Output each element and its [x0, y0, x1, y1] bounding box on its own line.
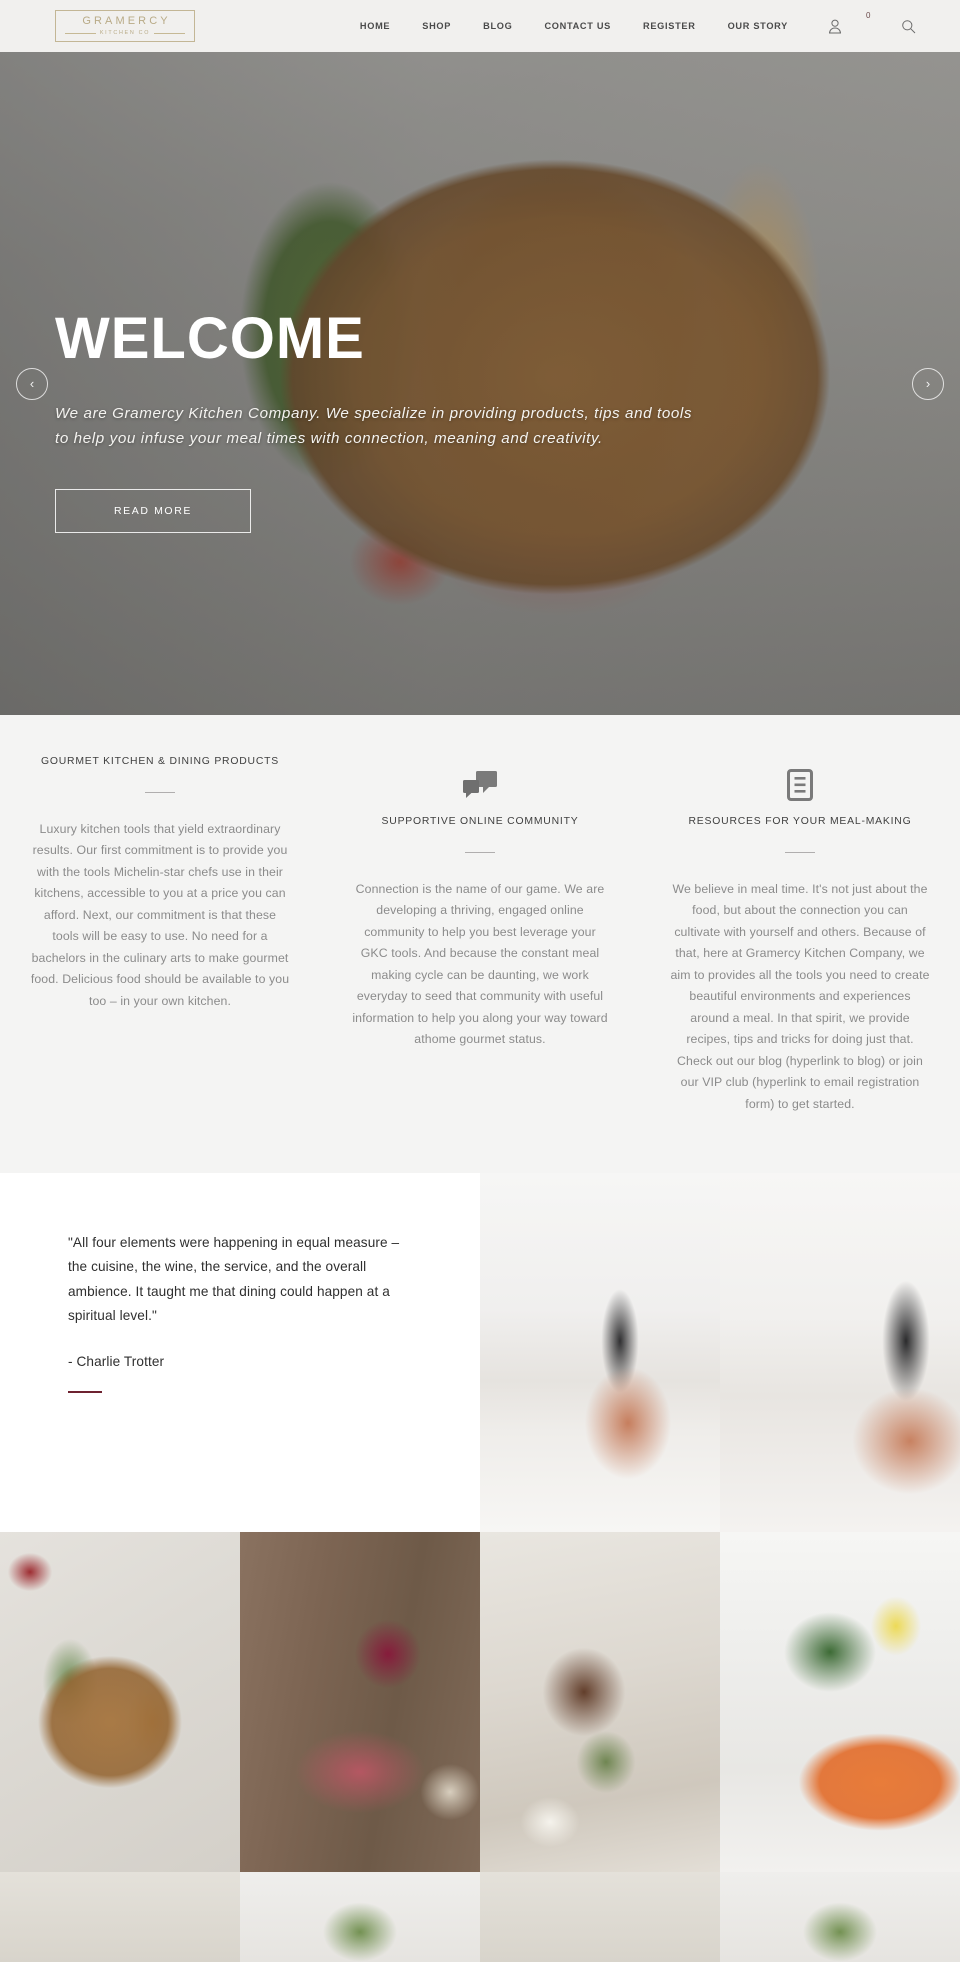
- gallery-image-lamb-dish[interactable]: [480, 1532, 720, 1873]
- nav-item-our-story[interactable]: OUR STORY: [712, 21, 804, 31]
- site-header: GRAMERCY KITCHEN CO HOME SHOP BLOG CONTA…: [0, 0, 960, 52]
- document-icon: [787, 755, 813, 801]
- read-more-button[interactable]: READ MORE: [55, 489, 251, 534]
- search-icon[interactable]: [894, 14, 922, 38]
- feature-divider: [465, 851, 495, 853]
- nav-item-contact-us[interactable]: CONTACT US: [528, 21, 627, 31]
- site-logo[interactable]: GRAMERCY KITCHEN CO: [55, 10, 195, 42]
- logo-rule-right: [154, 32, 185, 34]
- main-navigation: HOME SHOP BLOG CONTACT US REGISTER OUR S…: [344, 21, 804, 31]
- hero-content: WELCOME We are Gramercy Kitchen Company.…: [55, 306, 755, 534]
- gallery-image-sous-vide-pot[interactable]: [480, 1173, 720, 1533]
- carousel-prev-icon[interactable]: ‹: [16, 367, 48, 400]
- feature-title: GOURMET KITCHEN & DINING PRODUCTS: [40, 756, 280, 767]
- feature-body: Connection is the name of our game. We a…: [352, 881, 608, 1047]
- logo-sub-text: KITCHEN CO: [99, 30, 151, 36]
- hero-carousel: ‹ › WELCOME We are Gramercy Kitchen Comp…: [0, 52, 960, 715]
- gallery-image-partial-midleft[interactable]: [240, 1872, 480, 1962]
- gallery-image-partial-left[interactable]: [0, 1872, 240, 1962]
- gallery-image-immersion-circulator[interactable]: [720, 1173, 960, 1533]
- quote-and-gallery-row: "All four elements were happening in equ…: [0, 1173, 960, 1533]
- speech-bubbles-icon: [463, 755, 497, 801]
- gallery-image-partial-right[interactable]: [720, 1872, 960, 1962]
- gallery-image-steak-board[interactable]: [0, 1532, 240, 1873]
- nav-item-home[interactable]: HOME: [344, 21, 406, 31]
- gallery-image-partial-midright[interactable]: [480, 1872, 720, 1962]
- logo-sub-wrap: KITCHEN CO: [65, 30, 185, 36]
- nav-item-blog[interactable]: BLOG: [467, 21, 528, 31]
- testimonial-block: "All four elements were happening in equ…: [0, 1173, 480, 1533]
- feature-divider: [145, 791, 175, 793]
- hero-subtitle: We are Gramercy Kitchen Company. We spec…: [55, 405, 693, 447]
- logo-main-text: GRAMERCY: [82, 15, 171, 27]
- nav-item-register[interactable]: REGISTER: [627, 21, 712, 31]
- features-section: GOURMET KITCHEN & DINING PRODUCTS Luxury…: [0, 715, 960, 1174]
- feature-title: RESOURCES FOR YOUR MEAL-MAKING: [688, 816, 912, 827]
- gallery-image-salmon-dish[interactable]: [720, 1532, 960, 1873]
- hero-title: WELCOME: [55, 306, 365, 371]
- nav-item-shop[interactable]: SHOP: [406, 21, 467, 31]
- feature-column-resources: RESOURCES FOR YOUR MEAL-MAKING We believ…: [640, 755, 960, 1115]
- feature-title: SUPPORTIVE ONLINE COMMUNITY: [381, 816, 579, 827]
- testimonial-text: "All four elements were happening in equ…: [68, 1235, 400, 1323]
- feature-body: We believe in meal time. It's not just a…: [670, 881, 930, 1111]
- cart-count-badge: 0: [866, 11, 871, 20]
- feature-body: Luxury kitchen tools that yield extraord…: [30, 821, 290, 1008]
- gallery-image-raw-steak[interactable]: [240, 1532, 480, 1873]
- carousel-next-icon[interactable]: ›: [912, 367, 944, 400]
- feature-divider: [785, 851, 815, 853]
- logo-rule-left: [65, 32, 96, 34]
- account-icon[interactable]: [822, 16, 848, 36]
- cart-icon[interactable]: 0: [848, 11, 894, 38]
- gallery-row-two: [0, 1532, 960, 1873]
- header-icons: 0: [822, 11, 922, 38]
- testimonial-divider: [68, 1390, 102, 1393]
- feature-column-products: GOURMET KITCHEN & DINING PRODUCTS Luxury…: [0, 755, 320, 1012]
- gallery-row-three: [0, 1872, 960, 1962]
- feature-column-community: SUPPORTIVE ONLINE COMMUNITY Connection i…: [320, 755, 640, 1051]
- testimonial-author: - Charlie Trotter: [68, 1353, 165, 1369]
